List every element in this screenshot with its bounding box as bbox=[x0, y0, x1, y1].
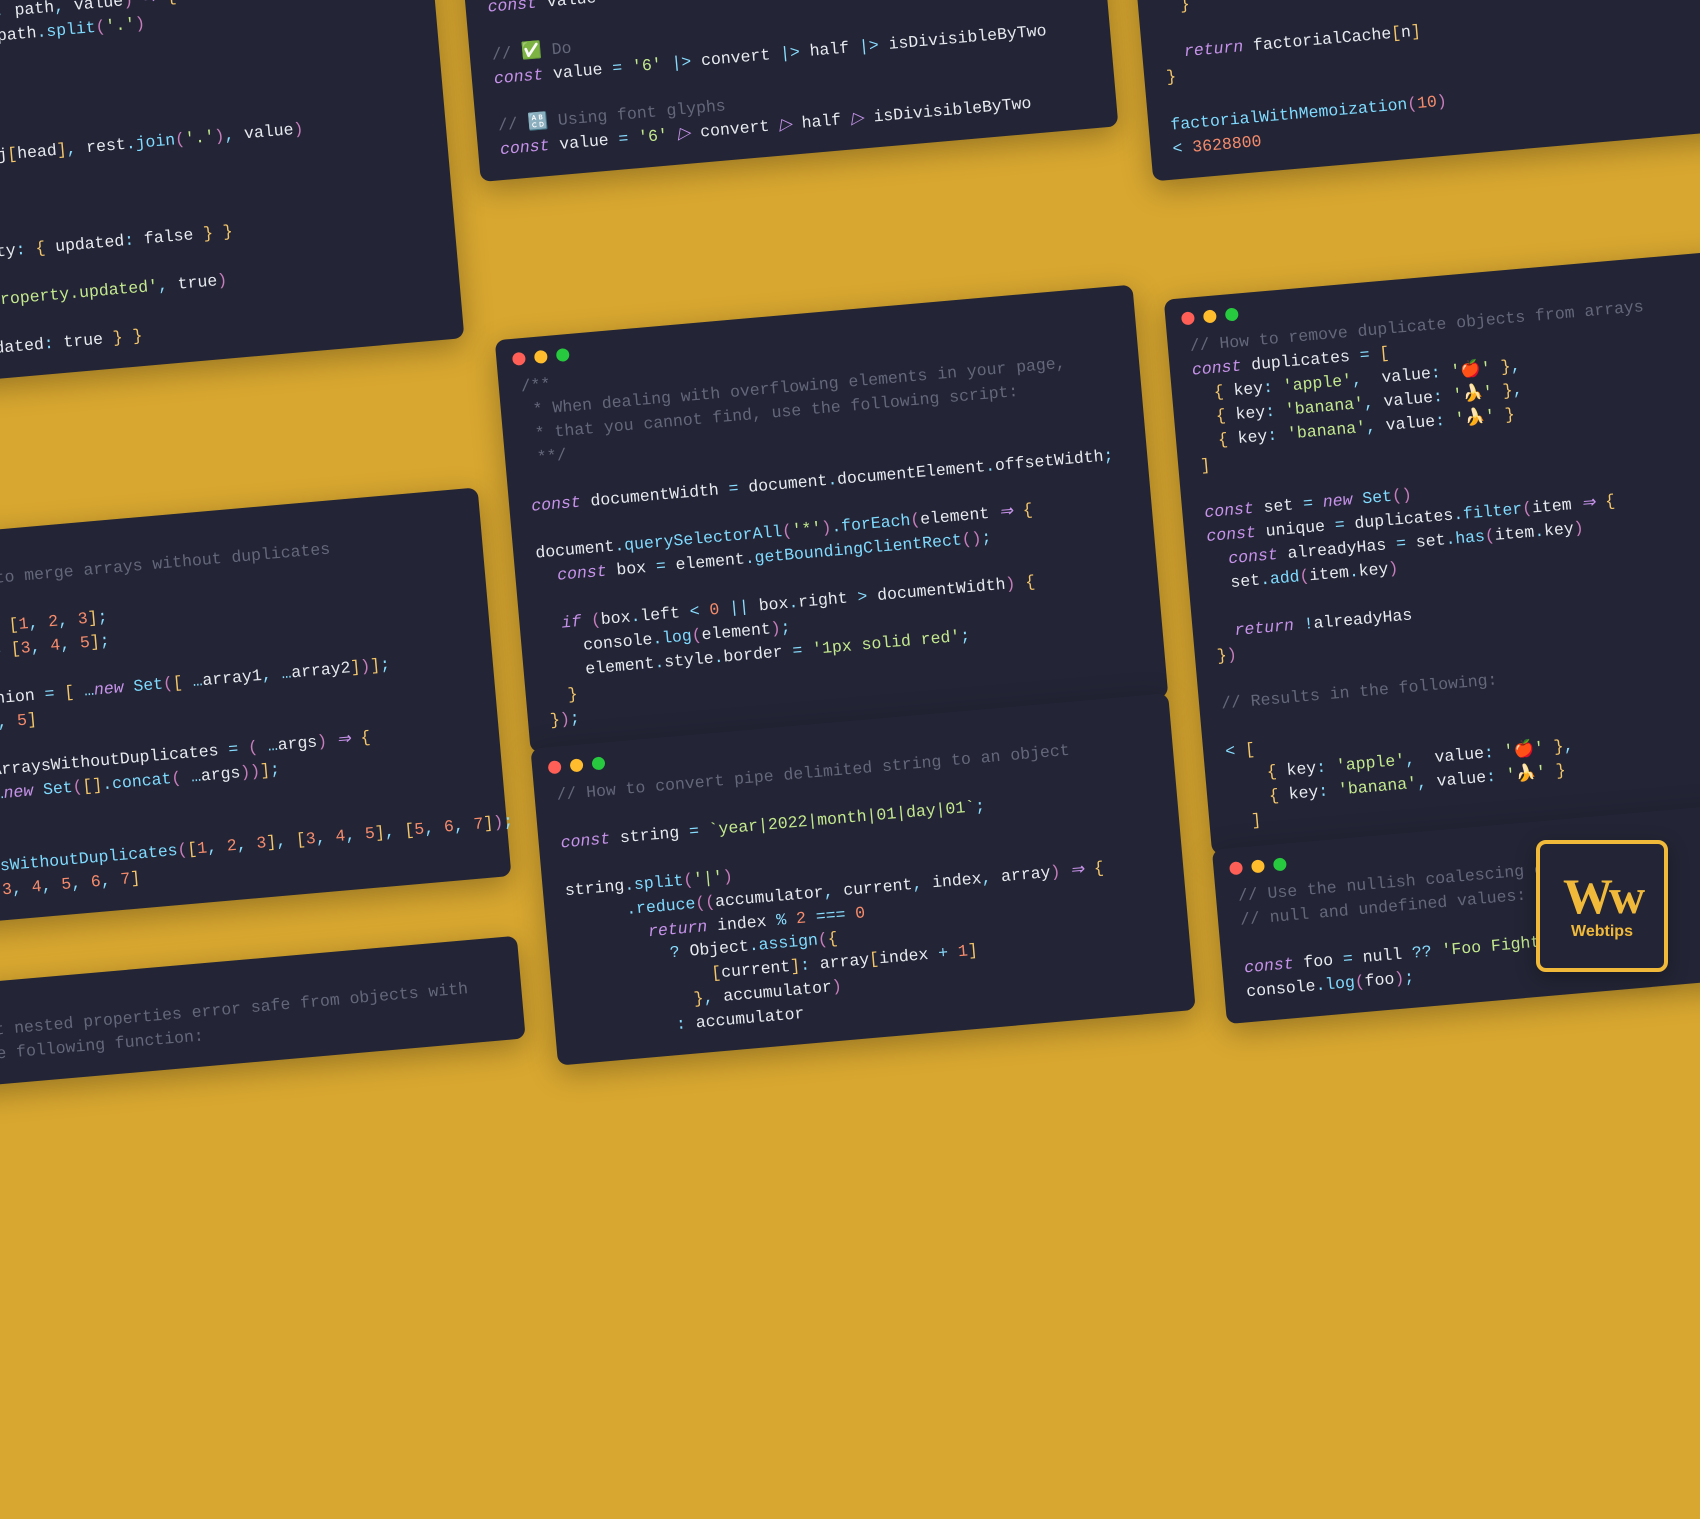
minimize-icon[interactable] bbox=[534, 350, 548, 364]
code-window-w1: // following function to update nested p… bbox=[0, 0, 464, 390]
code-window-w6: // How to remove duplicate objects from … bbox=[1164, 242, 1700, 855]
close-icon[interactable] bbox=[1181, 311, 1195, 325]
code-block: // following function to update nested p… bbox=[0, 0, 463, 376]
close-icon[interactable] bbox=[512, 352, 526, 366]
code-block: /** * When dealing with overflowing elem… bbox=[498, 317, 1168, 738]
close-icon[interactable] bbox=[548, 760, 562, 774]
code-block: // a Set to merge arrays without duplica… bbox=[0, 520, 510, 914]
zoom-icon[interactable] bbox=[556, 348, 570, 362]
webtips-logo: Ww Webtips bbox=[1536, 840, 1668, 972]
code-block: // How to convert pipe delimited string … bbox=[533, 726, 1194, 1052]
code-window-w2: // Use the pipe operator to … // ❌ Inste… bbox=[458, 0, 1118, 182]
code-block: // How to memoize factorial in JavaScrip… bbox=[1126, 0, 1700, 167]
zoom-icon[interactable] bbox=[1225, 307, 1239, 321]
zoom-icon[interactable] bbox=[1273, 857, 1287, 871]
code-window-w5: /** * When dealing with overflowing elem… bbox=[495, 285, 1169, 753]
code-window-w4: // a Set to merge arrays without duplica… bbox=[0, 487, 511, 928]
logo-text: Webtips bbox=[1571, 923, 1633, 941]
minimize-icon[interactable] bbox=[1251, 859, 1265, 873]
minimize-icon[interactable] bbox=[570, 758, 584, 772]
code-block: // How to remove duplicate objects from … bbox=[1167, 275, 1700, 841]
zoom-icon[interactable] bbox=[591, 756, 605, 770]
logo-mark: Ww bbox=[1563, 871, 1641, 921]
close-icon[interactable] bbox=[1229, 861, 1243, 875]
code-window-w3: // How to memoize factorial in JavaScrip… bbox=[1126, 0, 1700, 181]
code-window-w7: // Get nested properties error safe from… bbox=[0, 936, 526, 1091]
minimize-icon[interactable] bbox=[1203, 309, 1217, 323]
code-block: // Use the pipe operator to … // ❌ Inste… bbox=[458, 0, 1117, 168]
code-window-w8: // How to convert pipe delimited string … bbox=[530, 693, 1195, 1066]
